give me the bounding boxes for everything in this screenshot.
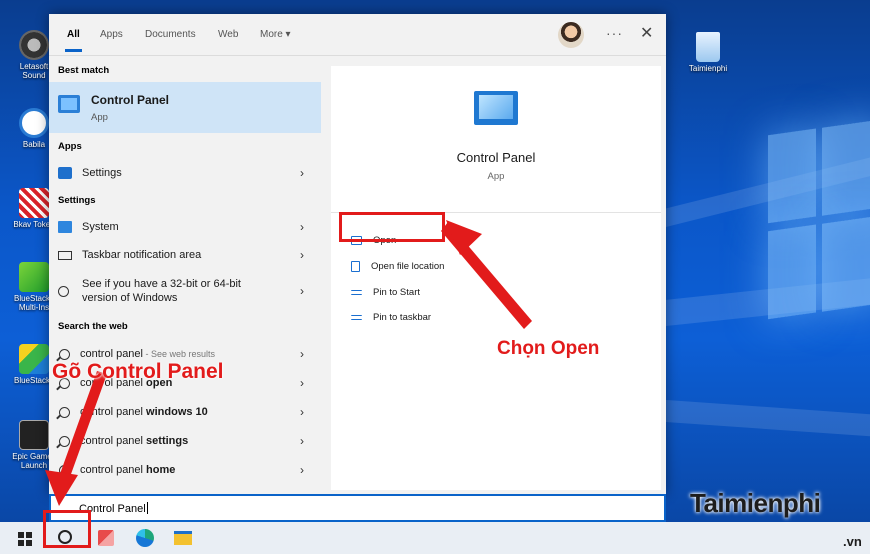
annotation-arrows xyxy=(45,220,532,506)
arrow-to-search-shaft xyxy=(56,371,107,488)
watermark-suffix: .vn xyxy=(843,534,862,549)
annotation-type-control-panel: Gõ Control Panel xyxy=(52,360,224,383)
arrow-to-search-head xyxy=(45,470,78,506)
annotation-choose-open: Chọn Open xyxy=(497,338,600,359)
watermark-logo: Taimienphi xyxy=(690,488,821,518)
